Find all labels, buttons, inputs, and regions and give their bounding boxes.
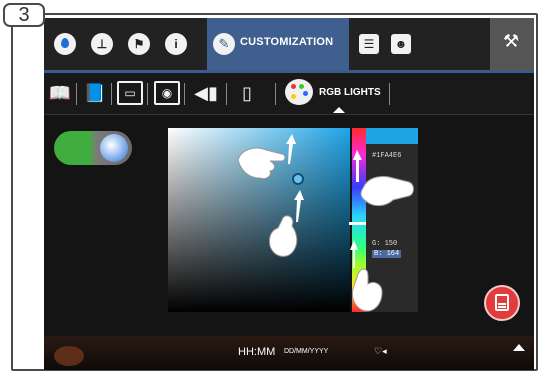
subbar-separator: [226, 83, 227, 105]
user-profile-icon[interactable]: ☻: [391, 34, 411, 54]
expand-up-icon[interactable]: [513, 344, 525, 351]
selected-color-swatch: [366, 128, 418, 144]
hand-hue-swipe-icon: [349, 148, 419, 218]
hand-hue-tap-icon: [344, 236, 394, 316]
device-screen: ⊥ ⚑ i ✎ CUSTOMIZATION ☰ ☻ ⚒ 📖 📘 ▭ ◉ ◀▮ ▯…: [44, 18, 534, 370]
water-drop-icon[interactable]: [54, 33, 76, 55]
tab-rgb-lights[interactable]: RGB LIGHTS: [285, 77, 405, 113]
info-icon[interactable]: i: [165, 33, 187, 55]
palette-icon: [285, 79, 313, 105]
book-icon[interactable]: 📖: [48, 81, 72, 105]
subbar-separator: [389, 83, 390, 105]
toggle-knob: [100, 134, 128, 162]
bottom-decoration: [54, 346, 84, 366]
usb-icon[interactable]: ▯: [236, 81, 258, 105]
status-icons: ♡◂: [374, 346, 387, 356]
blue-book-icon[interactable]: 📘: [82, 81, 108, 105]
subbar-separator: [76, 83, 77, 105]
hand-swipe-up-icon: [232, 130, 302, 186]
tab-customization[interactable]: ✎ CUSTOMIZATION: [207, 18, 349, 70]
clock-icon[interactable]: ⊥: [91, 33, 113, 55]
slideshow-icon[interactable]: ▭: [117, 81, 143, 105]
subbar-separator: [147, 83, 148, 105]
flag-icon[interactable]: ⚑: [128, 33, 150, 55]
top-navigation-bar: ⊥ ⚑ i ✎ CUSTOMIZATION ☰ ☻ ⚒: [44, 18, 534, 73]
screensaver-icon[interactable]: ◉: [154, 81, 180, 105]
pencil-icon: ✎: [213, 33, 235, 55]
settings-button[interactable]: ⚒: [490, 18, 534, 70]
subbar-separator: [184, 83, 185, 105]
save-button[interactable]: [484, 285, 520, 321]
wrench-icon: ⚒: [503, 31, 520, 51]
subbar-separator: [275, 83, 276, 105]
subbar-separator: [111, 83, 112, 105]
speaker-icon[interactable]: ◀▮: [191, 81, 221, 105]
hand-swipe-down-icon: [262, 186, 312, 262]
customization-subbar: 📖 📘 ▭ ◉ ◀▮ ▯ RGB LIGHTS: [44, 73, 534, 115]
document-icon[interactable]: ☰: [359, 34, 379, 54]
step-number-badge: 3: [3, 3, 45, 27]
rgb-lights-toggle[interactable]: [54, 131, 132, 165]
clock-time: HH:MM: [238, 346, 276, 358]
clock-date: DD/MM/YYYY: [284, 348, 329, 355]
subbar-underline: [44, 114, 534, 115]
tab-customization-label: CUSTOMIZATION: [240, 36, 334, 48]
tab-rgb-lights-label: RGB LIGHTS: [319, 87, 381, 98]
bottom-status-bar: HH:MM DD/MM/YYYY ♡◂: [44, 336, 534, 370]
active-tab-caret: [333, 107, 345, 113]
